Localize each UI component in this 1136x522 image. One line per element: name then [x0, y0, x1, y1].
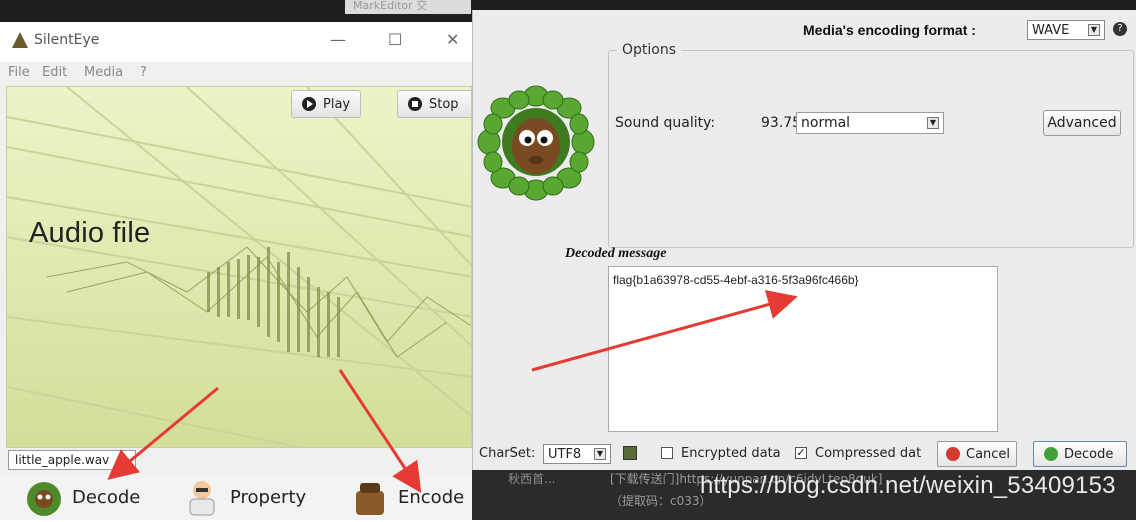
- format-label: Media's encoding format :: [803, 22, 976, 38]
- background-page: 秋西首... [下载传送门]https://yunpan.cn/c6idvLte…: [472, 470, 1136, 520]
- encode-action-label: Encode: [398, 486, 465, 508]
- compressed-label: Compressed dat: [815, 446, 922, 461]
- silenteye-window: SilentEye — ☐ ✕ File Edit Media ? Audio …: [0, 22, 472, 520]
- format-value: WAVE: [1032, 22, 1070, 38]
- silenteye-logo-icon: [12, 32, 28, 48]
- decode-action-label: Decode: [72, 486, 141, 508]
- background-tab: MarkEditor 交: [345, 0, 471, 14]
- maximize-button[interactable]: ☐: [388, 30, 402, 49]
- background-text: 秋西首...: [508, 472, 556, 486]
- stop-button[interactable]: Stop: [397, 90, 471, 118]
- property-action-button[interactable]: Property: [180, 474, 306, 520]
- cancel-button[interactable]: Cancel: [937, 441, 1017, 467]
- decode-button[interactable]: Decode: [1033, 441, 1127, 467]
- format-select[interactable]: WAVE ▼: [1027, 20, 1105, 40]
- minimize-button[interactable]: —: [330, 30, 346, 49]
- decoded-message-title: Decoded message: [565, 246, 667, 261]
- sound-quality-select[interactable]: normal ▼: [796, 112, 944, 134]
- waveform-graphic: [7, 87, 471, 447]
- audio-drop-area[interactable]: Audio file Play Stop: [6, 86, 472, 448]
- sound-quality-option: normal: [801, 115, 851, 131]
- cancel-label: Cancel: [966, 446, 1011, 462]
- encrypted-checkbox[interactable]: [661, 447, 673, 459]
- encode-action-button[interactable]: Encode: [348, 474, 464, 520]
- play-label: Play: [323, 96, 351, 112]
- action-bar: Decode Property Encode: [0, 474, 472, 520]
- cancel-icon: [946, 447, 960, 461]
- menu-edit[interactable]: Edit: [42, 65, 67, 80]
- stop-icon: [408, 97, 422, 111]
- play-button[interactable]: Play: [291, 90, 362, 118]
- property-scientist-icon: [180, 477, 224, 517]
- property-action-label: Property: [230, 486, 307, 508]
- help-icon[interactable]: ?: [1113, 22, 1127, 36]
- advanced-button[interactable]: Advanced: [1043, 110, 1121, 136]
- menu-file[interactable]: File: [8, 65, 30, 80]
- menu-help[interactable]: ?: [140, 65, 147, 80]
- compressed-checkbox[interactable]: ✓: [795, 447, 807, 459]
- book-icon[interactable]: [623, 446, 637, 460]
- decode-label: Decode: [1064, 446, 1114, 462]
- chevron-down-icon: ▼: [927, 117, 939, 129]
- title-bar: SilentEye — ☐ ✕: [0, 22, 472, 62]
- charset-label: CharSet:: [479, 446, 536, 461]
- play-icon: [302, 97, 316, 111]
- watermark-text: https://blog.csdn.net/weixin_53409153: [700, 472, 1116, 499]
- encode-mascot-icon: [348, 477, 392, 517]
- sound-quality-label: Sound quality:: [615, 115, 716, 131]
- decode-action-button[interactable]: Decode: [22, 474, 140, 520]
- chevron-down-icon: ▼: [594, 448, 606, 460]
- file-name-field[interactable]: little_apple.wav: [8, 450, 136, 470]
- menu-bar: File Edit Media ?: [0, 62, 472, 84]
- decoded-message-textarea[interactable]: flag{b1a63978-cd55-4ebf-a316-5f3a96fc466…: [608, 266, 998, 432]
- decode-check-icon: [1044, 447, 1058, 461]
- options-group: [608, 50, 1134, 248]
- decode-mascot-icon: [22, 477, 66, 517]
- charset-value: UTF8: [548, 446, 582, 462]
- chevron-down-icon: ▼: [1088, 24, 1100, 36]
- stop-label: Stop: [429, 96, 459, 112]
- close-button[interactable]: ✕: [446, 30, 459, 49]
- audio-file-label: Audio file: [29, 217, 151, 249]
- options-title: Options: [617, 42, 682, 58]
- charset-select[interactable]: UTF8 ▼: [543, 444, 611, 464]
- window-title: SilentEye: [34, 32, 100, 48]
- decode-window: Media's encoding format : WAVE ▼ ? Optio…: [472, 10, 1136, 470]
- encrypted-label: Encrypted data: [681, 446, 781, 461]
- background-code: （提取码：c033）: [610, 494, 712, 508]
- menu-media[interactable]: Media: [84, 65, 123, 80]
- mascot-icon: [477, 82, 595, 204]
